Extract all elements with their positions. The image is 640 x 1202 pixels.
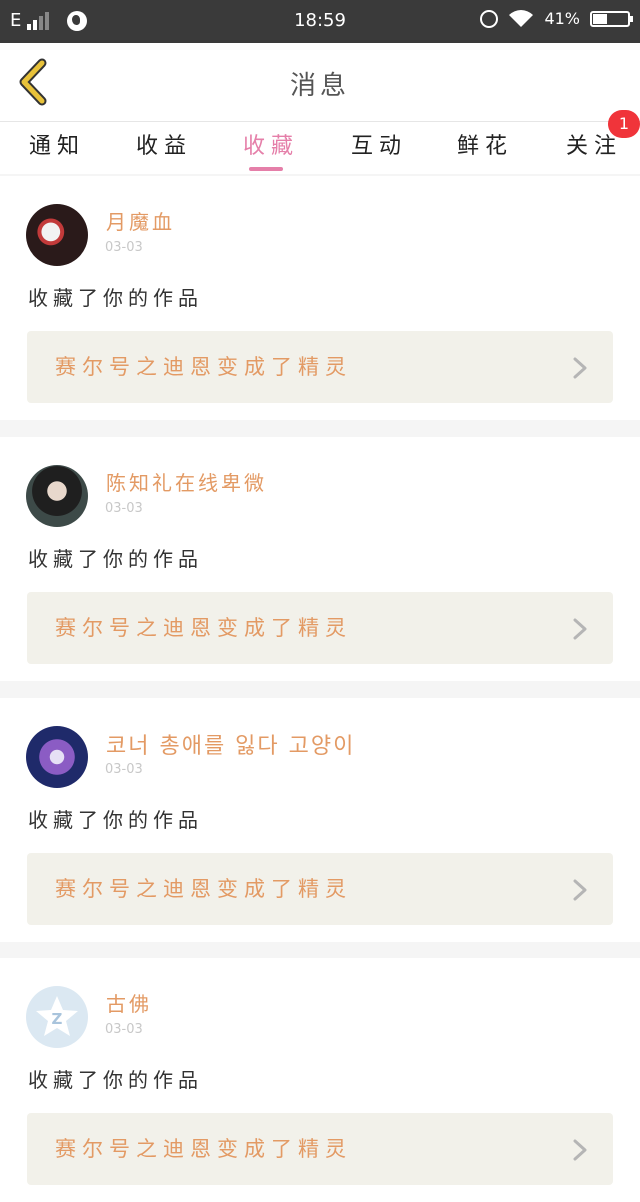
avatar[interactable] bbox=[26, 204, 88, 266]
default-avatar-icon: Z bbox=[36, 996, 78, 1036]
tab-notifications[interactable]: 通知 bbox=[29, 128, 85, 160]
timestamp: 03-03 bbox=[105, 501, 143, 516]
chevron-right-icon bbox=[573, 1139, 587, 1161]
tab-flowers[interactable]: 鲜花 bbox=[457, 128, 513, 160]
list-item: 코너 총애를 잃다 고양이 03-03 收藏了你的作品 赛尔号之迪恩变成了精灵 bbox=[0, 698, 640, 942]
chevron-right-icon bbox=[573, 879, 587, 901]
chevron-right-icon bbox=[573, 357, 587, 379]
tab-favorites[interactable]: 收藏 bbox=[243, 128, 299, 160]
list-item: 月魔血 03-03 收藏了你的作品 赛尔号之迪恩变成了精灵 bbox=[0, 176, 640, 420]
follows-badge: 1 bbox=[608, 110, 640, 138]
username[interactable]: 古佛 bbox=[106, 988, 152, 1017]
battery-icon bbox=[590, 10, 633, 27]
work-link[interactable]: 赛尔号之迪恩变成了精灵 bbox=[27, 853, 613, 925]
wifi-icon bbox=[508, 9, 534, 28]
work-title: 赛尔号之迪恩变成了精灵 bbox=[55, 616, 352, 640]
timestamp: 03-03 bbox=[105, 240, 143, 255]
avatar[interactable] bbox=[26, 726, 88, 788]
avatar[interactable] bbox=[26, 465, 88, 527]
username[interactable]: 陈知礼在线卑微 bbox=[106, 467, 267, 496]
page-title: 消息 bbox=[289, 71, 350, 101]
status-right: 41% bbox=[480, 9, 633, 28]
work-title: 赛尔号之迪恩变成了精灵 bbox=[55, 877, 352, 901]
list-item: 陈知礼在线卑微 03-03 收藏了你的作品 赛尔号之迪恩变成了精灵 bbox=[0, 437, 640, 681]
tab-earnings[interactable]: 收益 bbox=[136, 128, 192, 160]
status-bar: E 18:59 41% bbox=[0, 0, 640, 43]
list-item: Z 古佛 03-03 收藏了你的作品 赛尔号之迪恩变成了精灵 bbox=[0, 958, 640, 1202]
battery-percent: 41% bbox=[544, 9, 580, 28]
tab-bar: 通知 收益 收藏 互动 鲜花 关注 bbox=[0, 122, 640, 174]
work-link[interactable]: 赛尔号之迪恩变成了精灵 bbox=[27, 1113, 613, 1185]
action-text: 收藏了你的作品 bbox=[28, 1068, 203, 1092]
header: 消息 bbox=[0, 43, 640, 122]
action-text: 收藏了你的作品 bbox=[28, 286, 203, 310]
work-link[interactable]: 赛尔号之迪恩变成了精灵 bbox=[27, 592, 613, 664]
action-text: 收藏了你的作品 bbox=[28, 808, 203, 832]
svg-text:Z: Z bbox=[52, 1010, 63, 1028]
avatar[interactable]: Z bbox=[26, 986, 88, 1048]
timestamp: 03-03 bbox=[105, 1022, 143, 1037]
active-tab-indicator bbox=[249, 167, 283, 171]
work-link[interactable]: 赛尔号之迪恩变成了精灵 bbox=[27, 331, 613, 403]
tab-interactions[interactable]: 互动 bbox=[351, 128, 407, 160]
username[interactable]: 月魔血 bbox=[106, 206, 175, 235]
username[interactable]: 코너 총애를 잃다 고양이 bbox=[106, 728, 355, 760]
action-text: 收藏了你的作品 bbox=[28, 547, 203, 571]
timestamp: 03-03 bbox=[105, 762, 143, 777]
work-title: 赛尔号之迪恩变成了精灵 bbox=[55, 355, 352, 379]
alarm-icon bbox=[480, 9, 499, 28]
chevron-right-icon bbox=[573, 618, 587, 640]
